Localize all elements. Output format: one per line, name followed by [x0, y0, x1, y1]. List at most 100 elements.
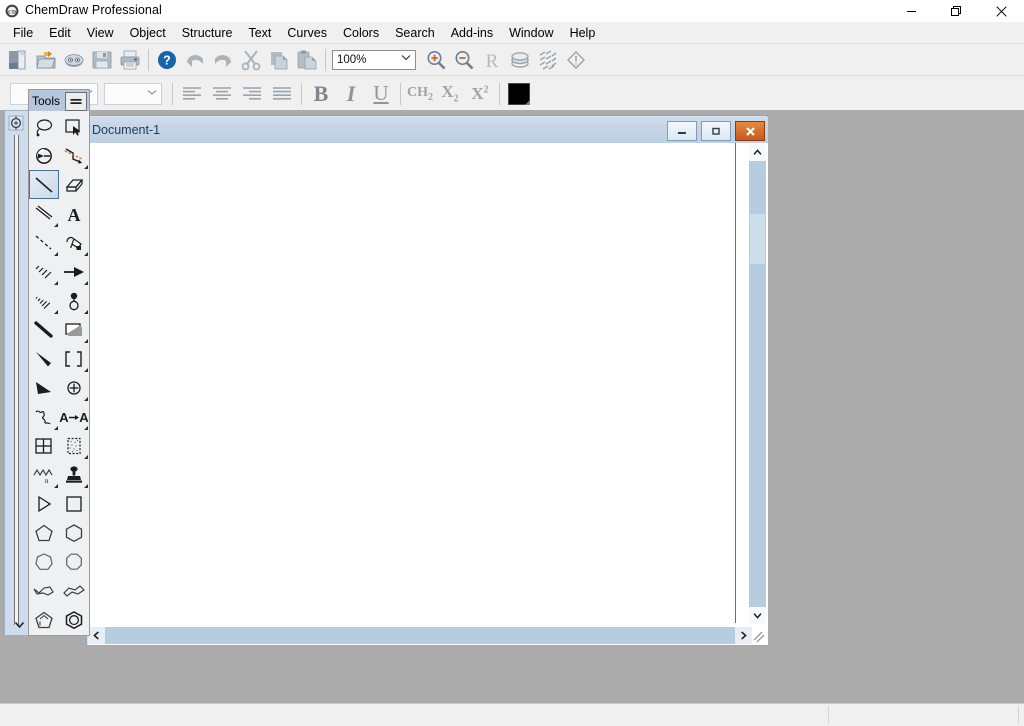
copy-icon[interactable]	[265, 46, 293, 74]
polymer-bracket-tool[interactable]: n	[29, 460, 59, 489]
zoom-out-icon[interactable]	[450, 46, 478, 74]
arc-arrow-tool[interactable]	[29, 489, 59, 518]
solid-bond-tool[interactable]	[29, 170, 59, 199]
cyclooctane-ring-tool[interactable]	[59, 547, 89, 576]
arrow-tool[interactable]	[59, 257, 89, 286]
bold-button[interactable]: B	[306, 80, 336, 108]
table-tool[interactable]	[29, 431, 59, 460]
font-size-combo[interactable]	[104, 83, 162, 105]
align-justify-icon[interactable]	[267, 80, 297, 108]
menu-item-search[interactable]: Search	[387, 23, 443, 43]
cut-icon[interactable]	[237, 46, 265, 74]
minimize-icon[interactable]	[889, 0, 934, 22]
cycloheptane-ring-tool[interactable]	[29, 547, 59, 576]
mdi-restore-icon[interactable]	[701, 121, 731, 141]
open-document-icon[interactable]	[32, 46, 60, 74]
menu-item-file[interactable]: File	[5, 23, 41, 43]
scroll-up-icon[interactable]	[749, 144, 766, 161]
resize-grip-icon[interactable]	[750, 628, 766, 644]
tools-palette-caption[interactable]: Tools	[29, 90, 89, 111]
menu-item-help[interactable]: Help	[562, 23, 604, 43]
close-palette-icon[interactable]	[65, 92, 87, 111]
document-title-bar[interactable]: Document-1	[88, 117, 768, 143]
drawing-elements-tool[interactable]	[59, 315, 89, 344]
brackets-tool[interactable]	[59, 344, 89, 373]
square-ring-tool[interactable]	[59, 489, 89, 518]
save-icon[interactable]	[88, 46, 116, 74]
wedged-bond-tool[interactable]	[29, 344, 59, 373]
scroll-down-icon[interactable]	[749, 607, 766, 624]
lasso-select-tool[interactable]	[29, 112, 59, 141]
menu-item-view[interactable]: View	[79, 23, 122, 43]
cyclohexane-ring-tool[interactable]	[59, 518, 89, 547]
menu-item-structure[interactable]: Structure	[174, 23, 241, 43]
bold-bond-tool[interactable]	[29, 315, 59, 344]
svg-text:CD: CD	[8, 10, 16, 16]
layers-icon[interactable]	[506, 46, 534, 74]
print-icon[interactable]	[116, 46, 144, 74]
hashed-bond-tool[interactable]	[29, 257, 59, 286]
italic-button[interactable]: I	[336, 80, 366, 108]
align-right-icon[interactable]	[237, 80, 267, 108]
query-atom-tool[interactable]	[59, 373, 89, 402]
restore-icon[interactable]	[934, 0, 979, 22]
menu-item-add-ins[interactable]: Add-ins	[443, 23, 501, 43]
menu-item-colors[interactable]: Colors	[335, 23, 387, 43]
marquee-select-tool[interactable]	[59, 112, 89, 141]
menu-item-edit[interactable]: Edit	[41, 23, 79, 43]
undo-icon[interactable]	[181, 46, 209, 74]
chevron-down-icon	[147, 89, 157, 96]
text-tool[interactable]: A	[59, 199, 89, 228]
check-structure-icon[interactable]	[562, 46, 590, 74]
orbital-tool[interactable]	[59, 286, 89, 315]
menu-item-text[interactable]: Text	[240, 23, 279, 43]
new-document-icon[interactable]	[4, 46, 32, 74]
redo-icon[interactable]	[209, 46, 237, 74]
close-icon[interactable]	[979, 0, 1024, 22]
menu-item-object[interactable]: Object	[122, 23, 174, 43]
wedge-hash-bond-tool[interactable]	[29, 373, 59, 402]
vertical-scrollbar[interactable]	[749, 144, 766, 624]
menu-item-window[interactable]: Window	[501, 23, 561, 43]
hash-pattern-icon[interactable]	[534, 46, 562, 74]
chemdraw-panel-icon[interactable]	[7, 114, 25, 132]
benzene-ring-tool[interactable]	[59, 605, 89, 634]
cyclopentadiene-ring-tool[interactable]	[29, 605, 59, 634]
align-center-icon[interactable]	[207, 80, 237, 108]
stamp-tool[interactable]	[59, 460, 89, 489]
open-from-web-icon[interactable]	[60, 46, 88, 74]
help-icon[interactable]: ?	[153, 46, 181, 74]
zoom-level-combo[interactable]: 100%	[332, 50, 416, 70]
shaded-rectangle-tool[interactable]	[59, 431, 89, 460]
align-left-icon[interactable]	[177, 80, 207, 108]
chair-flipped-ring-tool[interactable]	[59, 576, 89, 605]
menu-item-curves[interactable]: Curves	[279, 23, 335, 43]
squiggle-bond-tool[interactable]	[29, 402, 59, 431]
paste-icon[interactable]	[293, 46, 321, 74]
chair-ring-tool[interactable]	[29, 576, 59, 605]
eraser-tool[interactable]	[29, 141, 59, 170]
multiple-bond-tool[interactable]	[59, 170, 89, 199]
pen-tool[interactable]	[59, 228, 89, 257]
dock-scroll-down-icon[interactable]	[9, 616, 30, 634]
superscript-button[interactable]: X2	[465, 80, 495, 108]
formula-subscript-button[interactable]: CH2	[405, 80, 435, 108]
double-bond-tool[interactable]	[29, 199, 59, 228]
chain-tool[interactable]	[59, 141, 89, 170]
scroll-left-icon[interactable]	[88, 627, 105, 644]
subscript-button[interactable]: X2	[435, 80, 465, 108]
atom-replace-tool[interactable]: A A	[59, 402, 89, 431]
drawing-canvas[interactable]	[88, 143, 736, 623]
text-color-swatch[interactable]	[508, 83, 530, 105]
dashed-bond-tool[interactable]	[29, 228, 59, 257]
zoom-in-icon[interactable]	[422, 46, 450, 74]
stereochemistry-r-icon[interactable]: R	[478, 46, 506, 74]
hashed-wedge-tool[interactable]	[29, 286, 59, 315]
cyclopentane-ring-tool[interactable]	[29, 518, 59, 547]
horizontal-scrollbar[interactable]	[88, 627, 752, 644]
mdi-minimize-icon[interactable]	[667, 121, 697, 141]
mdi-close-icon[interactable]	[735, 121, 765, 141]
vertical-scrollbar-thumb[interactable]	[750, 214, 765, 264]
chemdraw-logo-icon: CD	[5, 4, 19, 18]
underline-button[interactable]: U	[366, 80, 396, 108]
